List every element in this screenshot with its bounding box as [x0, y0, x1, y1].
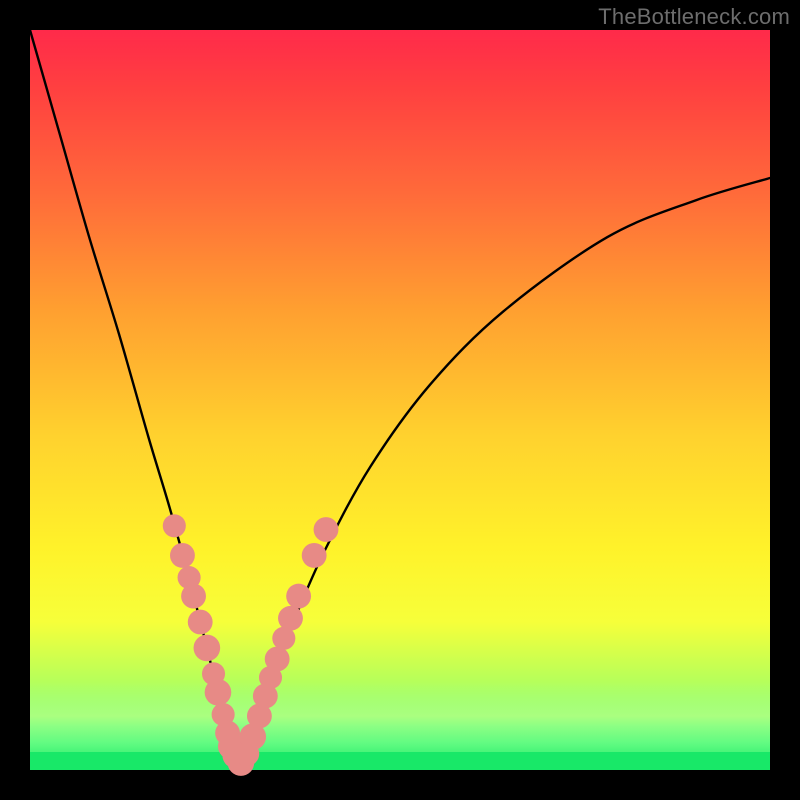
marker-dot	[194, 635, 221, 662]
marker-dot	[188, 610, 213, 635]
marker-dot	[181, 584, 206, 609]
marker-dot	[205, 679, 232, 706]
curve-markers	[163, 514, 339, 776]
marker-dot	[170, 543, 195, 568]
marker-dot	[286, 584, 311, 609]
bottleneck-curve	[30, 30, 770, 770]
marker-dot	[302, 543, 327, 568]
marker-dot	[163, 514, 186, 537]
marker-dot	[265, 647, 290, 672]
marker-dot	[314, 517, 339, 542]
chart-stage: TheBottleneck.com	[0, 0, 800, 800]
watermark-text: TheBottleneck.com	[598, 4, 790, 30]
marker-dot	[278, 606, 303, 631]
curve-svg	[30, 30, 770, 770]
plot-area	[30, 30, 770, 770]
